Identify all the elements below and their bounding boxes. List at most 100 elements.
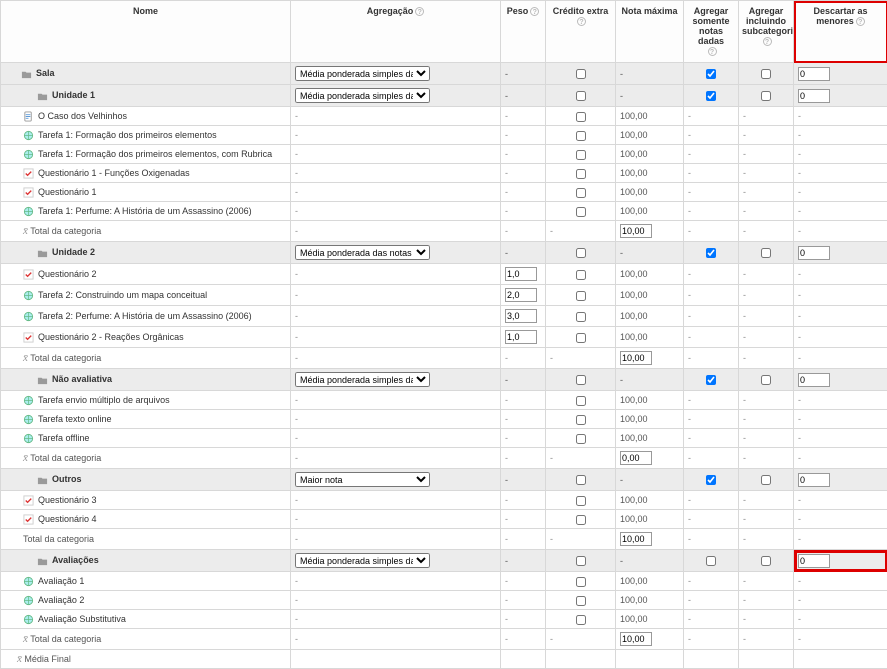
drop-lowest-input[interactable]: [798, 67, 830, 81]
extra-credit-checkbox[interactable]: [576, 396, 586, 406]
agg-incl-subcat-checkbox[interactable]: [761, 475, 771, 485]
agg-only-graded-checkbox[interactable]: [706, 556, 716, 566]
aggregation-select[interactable]: Média ponderada simples das notasMédia p…: [295, 372, 430, 387]
agg-only-graded-checkbox[interactable]: [706, 91, 716, 101]
aggregation-select[interactable]: Média ponderada simples das notasMédia p…: [295, 245, 430, 260]
help-icon[interactable]: ?: [415, 7, 424, 16]
weight-input[interactable]: [505, 309, 537, 323]
total-max-input[interactable]: [620, 351, 652, 365]
extra-credit-checkbox[interactable]: [576, 515, 586, 525]
extra-credit-checkbox[interactable]: [576, 112, 586, 122]
drop-lowest-input[interactable]: [798, 373, 830, 387]
extra-credit-checkbox[interactable]: [576, 375, 586, 385]
extra-credit-checkbox[interactable]: [576, 415, 586, 425]
total-max-input[interactable]: [620, 632, 652, 646]
folder-icon: [37, 556, 48, 567]
extra-credit-checkbox[interactable]: [576, 291, 586, 301]
category-name[interactable]: Outros: [52, 474, 82, 484]
drop-lowest-input[interactable]: [798, 473, 830, 487]
extra-credit-checkbox[interactable]: [576, 596, 586, 606]
extra-credit-checkbox[interactable]: [576, 169, 586, 179]
agg-incl-subcat-checkbox[interactable]: [761, 91, 771, 101]
drop-lowest-input[interactable]: [798, 89, 830, 103]
agg-only-graded-checkbox[interactable]: [706, 69, 716, 79]
item-name[interactable]: Avaliação 1: [38, 576, 84, 586]
grade-item-row: Avaliação 2--100,00---: [1, 591, 887, 610]
extra-credit-checkbox[interactable]: [576, 248, 586, 258]
weight-input[interactable]: [505, 267, 537, 281]
agg-incl-subcat-checkbox[interactable]: [761, 556, 771, 566]
extra-credit-checkbox[interactable]: [576, 496, 586, 506]
extra-credit-checkbox[interactable]: [576, 188, 586, 198]
agg-only-graded-checkbox[interactable]: [706, 375, 716, 385]
item-name[interactable]: Tarefa 2: Construindo um mapa conceitual: [38, 290, 207, 300]
quiz-icon: [23, 187, 34, 198]
item-name[interactable]: Questionário 4: [38, 514, 97, 524]
extra-credit-checkbox[interactable]: [576, 270, 586, 280]
agg-incl-subcat-checkbox[interactable]: [761, 375, 771, 385]
gradebook-table: Nome Agregação? Peso? Crédito extra? Not…: [0, 0, 887, 669]
total-max-input[interactable]: [620, 532, 652, 546]
total-max-input[interactable]: [620, 224, 652, 238]
extra-credit-checkbox[interactable]: [576, 556, 586, 566]
category-name[interactable]: Avaliações: [52, 555, 99, 565]
weight-input[interactable]: [505, 288, 537, 302]
extra-credit-checkbox[interactable]: [576, 615, 586, 625]
aggregation-select[interactable]: Média ponderada simples das notasMédia p…: [295, 88, 430, 103]
folder-icon: [37, 91, 48, 102]
extra-credit-checkbox[interactable]: [576, 150, 586, 160]
category-name[interactable]: Sala: [36, 68, 55, 78]
agg-incl-subcat-checkbox[interactable]: [761, 248, 771, 258]
aggregation-select[interactable]: Média ponderada simples das notasMédia p…: [295, 553, 430, 568]
extra-credit-checkbox[interactable]: [576, 91, 586, 101]
help-icon[interactable]: ?: [577, 17, 586, 26]
item-name[interactable]: Tarefa envio múltiplo de arquivos: [38, 395, 170, 405]
extra-credit-checkbox[interactable]: [576, 207, 586, 217]
assignment-icon: [23, 206, 34, 217]
item-name[interactable]: Tarefa offline: [38, 433, 89, 443]
folder-icon: [37, 475, 48, 486]
item-name[interactable]: Tarefa 1: Formação dos primeiros element…: [38, 130, 217, 140]
item-name[interactable]: Tarefa 2: Perfume: A História de um Assa…: [38, 311, 252, 321]
assignment-icon: [23, 130, 34, 141]
max-grade: 100,00: [620, 290, 648, 300]
item-name[interactable]: Questionário 1: [38, 187, 97, 197]
agg-only-graded-checkbox[interactable]: [706, 248, 716, 258]
item-name[interactable]: O Caso dos Velhinhos: [38, 111, 127, 121]
header-name: Nome: [1, 1, 291, 63]
quiz-icon: [23, 495, 34, 506]
extra-credit-checkbox[interactable]: [576, 577, 586, 587]
category-name[interactable]: Unidade 1: [52, 90, 95, 100]
item-name[interactable]: Questionário 2: [38, 269, 97, 279]
agg-incl-subcat-checkbox[interactable]: [761, 69, 771, 79]
help-icon[interactable]: ?: [530, 7, 539, 16]
help-icon[interactable]: ?: [708, 47, 717, 56]
item-name[interactable]: Questionário 2 - Reações Orgânicas: [38, 332, 184, 342]
aggregation-select[interactable]: Média ponderada simples das notasMédia p…: [295, 472, 430, 487]
item-name[interactable]: Questionário 3: [38, 495, 97, 505]
extra-credit-checkbox[interactable]: [576, 434, 586, 444]
aggregation-select[interactable]: Média ponderada simples das notasMédia p…: [295, 66, 430, 81]
item-name[interactable]: Tarefa 1: Formação dos primeiros element…: [38, 149, 272, 159]
drop-lowest-input[interactable]: [798, 554, 830, 568]
extra-credit-checkbox[interactable]: [576, 69, 586, 79]
help-icon[interactable]: ?: [763, 37, 772, 46]
category-row: Não avaliativa Média ponderada simples da…: [1, 369, 887, 391]
assignment-icon: [23, 395, 34, 406]
item-name[interactable]: Tarefa texto online: [38, 414, 112, 424]
drop-lowest-input[interactable]: [798, 246, 830, 260]
extra-credit-checkbox[interactable]: [576, 312, 586, 322]
item-name[interactable]: Questionário 1 - Funções Oxigenadas: [38, 168, 190, 178]
weight-input[interactable]: [505, 330, 537, 344]
extra-credit-checkbox[interactable]: [576, 333, 586, 343]
agg-only-graded-checkbox[interactable]: [706, 475, 716, 485]
extra-credit-checkbox[interactable]: [576, 131, 586, 141]
item-name[interactable]: Avaliação Substitutiva: [38, 614, 126, 624]
total-max-input[interactable]: [620, 451, 652, 465]
help-icon[interactable]: ?: [856, 17, 865, 26]
category-name[interactable]: Não avaliativa: [52, 374, 112, 384]
item-name[interactable]: Avaliação 2: [38, 595, 84, 605]
item-name[interactable]: Tarefa 1: Perfume: A História de um Assa…: [38, 206, 252, 216]
extra-credit-checkbox[interactable]: [576, 475, 586, 485]
category-name[interactable]: Unidade 2: [52, 247, 95, 257]
